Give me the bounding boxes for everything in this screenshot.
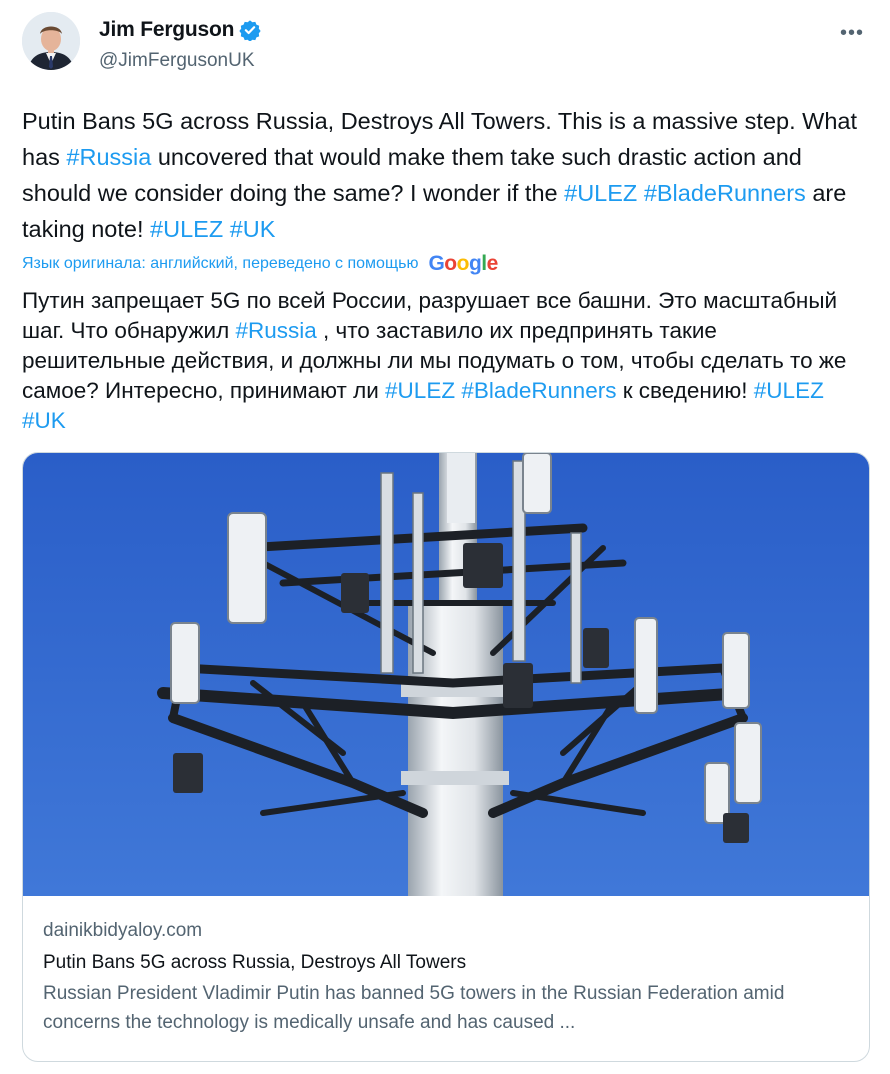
more-options-icon[interactable]: ••• <box>840 22 864 45</box>
hashtag-link[interactable]: #ULEZ <box>150 216 223 242</box>
link-card-meta[interactable]: dainikbidyaloy.com Putin Bans 5G across … <box>43 915 849 1037</box>
hashtag-link[interactable]: #BladeRunners <box>461 378 616 403</box>
google-logo[interactable]: Google <box>428 252 499 276</box>
translation-note: Язык оригинала: английский, переведено с… <box>22 252 498 276</box>
google-logo-letter: o <box>444 252 457 275</box>
link-card-description: Russian President Vladimir Putin has ban… <box>43 983 785 1033</box>
google-logo-letter: G <box>428 252 445 275</box>
hashtag-link[interactable]: #Russia <box>235 318 316 343</box>
hashtag-link[interactable]: #ULEZ <box>754 378 824 403</box>
link-preview-card[interactable]: dainikbidyaloy.com Putin Bans 5G across … <box>22 452 870 1062</box>
google-logo-letter: o <box>456 252 470 275</box>
cell-tower-image <box>23 453 869 896</box>
hashtag-link[interactable]: #ULEZ <box>564 180 637 206</box>
hashtag-link[interactable]: #BladeRunners <box>644 180 806 206</box>
google-logo-letter: g <box>468 252 482 275</box>
hashtag-link[interactable]: #UK <box>230 216 276 242</box>
author-handle[interactable]: @JimFergusonUK <box>99 50 255 72</box>
hashtag-link[interactable]: #ULEZ <box>385 378 455 403</box>
avatar-photo <box>22 12 80 70</box>
hashtag-link[interactable]: #Russia <box>66 144 151 170</box>
hashtag-link[interactable]: #UK <box>22 408 66 433</box>
avatar[interactable] <box>22 12 80 70</box>
link-card-domain: dainikbidyaloy.com <box>43 920 203 941</box>
verified-badge-icon <box>239 20 261 41</box>
google-logo-letter: e <box>486 252 499 275</box>
translation-note-text: Язык оригинала: английский, переведено с… <box>22 255 419 272</box>
link-card-title: Putin Bans 5G across Russia, Destroys Al… <box>43 952 467 973</box>
text-segment: к сведению! <box>616 378 754 403</box>
author-name-row[interactable]: Jim Ferguson <box>99 18 261 42</box>
translated-tweet-text: Путин запрещает 5G по всей России, разру… <box>22 286 862 436</box>
author-name[interactable]: Jim Ferguson <box>99 18 234 42</box>
tweet-text: Putin Bans 5G across Russia, Destroys Al… <box>22 103 862 247</box>
